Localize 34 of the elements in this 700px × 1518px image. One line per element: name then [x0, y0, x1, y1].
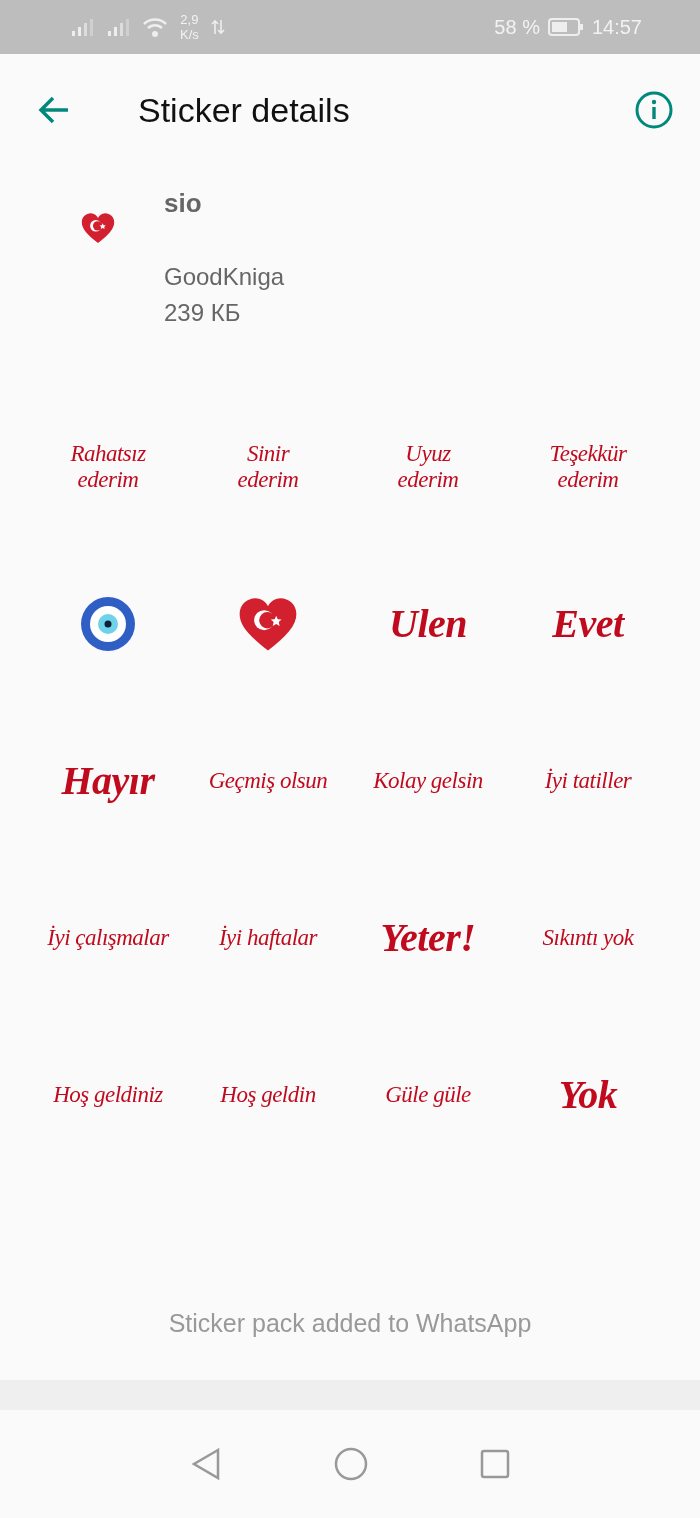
pack-size: 239 КБ	[164, 298, 242, 328]
sticker[interactable]: İyi haftalar	[218, 924, 318, 951]
screen-title: Sticker details	[138, 90, 351, 130]
status-message: Sticker pack added to WhatsApp	[167, 1309, 533, 1339]
pack-publisher: GoodKniga	[164, 262, 285, 292]
sticker[interactable]: Kolay gelsin	[373, 767, 483, 794]
sticker[interactable]: Hoş geldin	[220, 1081, 316, 1108]
sticker[interactable]: Hoş geldiniz	[53, 1081, 163, 1108]
wifi-icon	[142, 16, 168, 38]
sticker[interactable]: Sıkıntı yok	[542, 924, 634, 951]
signal-icon	[106, 17, 130, 37]
info-button[interactable]	[634, 90, 674, 130]
sticker[interactable]: Evet	[552, 601, 624, 646]
sticker[interactable]: Ulen	[389, 601, 467, 646]
battery-icon	[547, 17, 584, 37]
sticker[interactable]: Yeter!	[380, 915, 476, 960]
sticker[interactable]: Rahatsız ederim	[70, 440, 146, 493]
sticker[interactable]: Teşekkür ederim	[549, 440, 627, 493]
sticker[interactable]: Uyuz ederim	[397, 440, 459, 493]
signal-icon	[70, 17, 94, 37]
sticker[interactable]: Hayır	[61, 758, 155, 803]
sticker[interactable]: Güle güle	[385, 1081, 471, 1108]
sticker[interactable]: İyi tatiller	[544, 767, 632, 794]
home-nav-button[interactable]	[334, 1447, 368, 1481]
sticker[interactable]: Sinir ederim	[237, 440, 299, 493]
sticker[interactable]: Geçmiş olsun	[208, 767, 328, 794]
sticker[interactable]: İyi çalışmalar	[47, 924, 169, 951]
pack-icon	[80, 210, 116, 246]
back-nav-button[interactable]	[190, 1447, 222, 1481]
pack-name: sio	[164, 188, 203, 219]
recents-nav-button[interactable]	[480, 1449, 510, 1479]
sticker[interactable]: Yok	[558, 1072, 618, 1117]
data-transfer-icon	[210, 18, 225, 36]
evil-eye-sticker[interactable]	[80, 595, 136, 652]
